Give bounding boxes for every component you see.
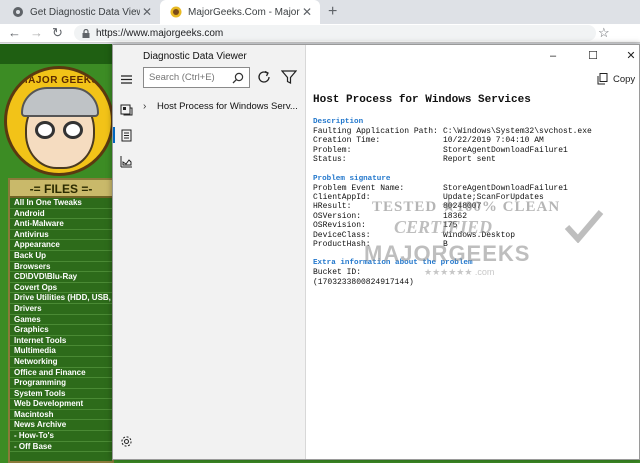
majorgeeks-watermark: TESTED ★100% CLEAN CERTIFIED MAJORGEEKS …	[364, 197, 620, 285]
files-menu-item[interactable]: Anti-Malware	[10, 219, 112, 230]
files-menu-item[interactable]: All In One Tweaks	[10, 198, 112, 209]
detail-key: Creation Time:	[313, 136, 381, 146]
files-menu-list: All In One Tweaks Android Anti-Malware Anti…	[10, 198, 112, 453]
detail-row: Problem Event Name: StoreAgentDownloadFai…	[313, 184, 633, 193]
files-menu-item[interactable]: Macintosh	[10, 410, 112, 421]
tab-majorgeeks[interactable]: MajorGeeks.Com - MajorGeeks ✕	[160, 0, 320, 24]
files-menu-title: -= FILES =-	[10, 180, 112, 198]
files-menu-item[interactable]: Networking	[10, 357, 112, 368]
list-item-label: Host Process for Windows Serv...	[157, 100, 298, 112]
navigation-rail	[113, 45, 139, 459]
settings-gear-icon[interactable]	[120, 435, 133, 448]
search-icon[interactable]	[232, 72, 244, 84]
tab-close-icon[interactable]: ✕	[300, 5, 314, 19]
section-heading-description: Description	[313, 118, 364, 126]
files-menu-item[interactable]: Multimedia	[10, 346, 112, 357]
detail-value: Report sent	[443, 155, 496, 165]
files-menu-item[interactable]: - How-To's	[10, 431, 112, 442]
logo-eye	[63, 121, 83, 139]
tab-favicon-icon	[13, 7, 23, 17]
browser-tab-bar: Get Diagnostic Data Viewer - Ma ✕ MajorG…	[0, 0, 640, 24]
copy-button[interactable]: Copy	[597, 73, 635, 85]
files-menu-item[interactable]: Drivers	[10, 304, 112, 315]
files-menu: -= FILES =- All In One Tweaks Android Anti…	[8, 178, 114, 463]
search-box[interactable]	[143, 67, 250, 88]
detail-key: Problem Event Name:	[313, 183, 405, 193]
files-menu-item[interactable]: - Off Base	[10, 442, 112, 453]
section-heading-signature: Problem signature	[313, 174, 391, 183]
files-menu-item[interactable]: CD\DVD\Blu-Ray	[10, 272, 112, 283]
detail-value: C:\Windows\System32\svchost.exe	[443, 127, 592, 136]
tab-label: Get Diagnostic Data Viewer - Ma	[30, 6, 140, 18]
detail-key: Status:	[313, 155, 347, 165]
bookmark-star-icon[interactable]: ☆	[598, 25, 610, 41]
files-menu-item[interactable]: Games	[10, 315, 112, 326]
files-menu-item[interactable]: Office and Finance	[10, 368, 112, 379]
description-rows: Faulting Application Path: C:\Windows\Sys…	[313, 127, 633, 165]
detail-row: Faulting Application Path: C:\Windows\Sys…	[313, 127, 633, 136]
majorgeeks-favicon-icon	[170, 6, 182, 18]
files-menu-item[interactable]: Back Up	[10, 251, 112, 262]
forward-arrow-icon[interactable]: →	[30, 25, 43, 40]
tab-close-icon[interactable]: ✕	[140, 5, 154, 19]
search-input[interactable]	[149, 72, 229, 83]
report-title: Host Process for Windows Services	[313, 94, 531, 106]
files-menu-item[interactable]: Antivirus	[10, 230, 112, 241]
watermark-stars-text: ★★★★★★ .com	[424, 267, 495, 277]
hamburger-menu-icon[interactable]	[120, 73, 133, 86]
files-menu-item[interactable]: Drive Utilities (HDD, USB, DVD)	[10, 293, 112, 304]
detail-value: StoreAgentDownloadFailure1	[443, 145, 568, 155]
minimize-button[interactable]: –	[543, 49, 563, 63]
reload-icon[interactable]: ↻	[52, 25, 63, 41]
majorgeeks-logo[interactable]: MAJOR GEEKS	[4, 66, 114, 176]
files-menu-item[interactable]: Android	[10, 209, 112, 220]
logo-hat	[21, 87, 99, 117]
refresh-icon[interactable]	[255, 68, 273, 86]
tab-label: MajorGeeks.Com - MajorGeeks	[188, 6, 300, 18]
copy-icon	[597, 73, 608, 85]
detail-value: StoreAgentDownloadFailure1	[443, 183, 568, 193]
left-pane: Diagnostic Data Viewer › Host Process fo…	[113, 45, 306, 459]
tab-diagnostic-data-viewer[interactable]: Get Diagnostic Data Viewer - Ma ✕	[0, 0, 160, 24]
watermark-brand-text: MAJORGEEKS	[364, 241, 531, 266]
files-menu-item[interactable]: Graphics	[10, 325, 112, 336]
files-menu-item[interactable]: Web Development	[10, 399, 112, 410]
detail-row: Creation Time: 10/22/2019 7:04:10 AM	[313, 136, 633, 145]
list-item[interactable]: › Host Process for Windows Serv...	[143, 97, 305, 115]
logo-text: MAJOR GEEKS	[19, 75, 99, 86]
files-menu-item[interactable]: Covert Ops	[10, 283, 112, 294]
files-menu-item[interactable]: System Tools	[10, 389, 112, 400]
detail-row: Problem: StoreAgentDownloadFailure1	[313, 146, 633, 155]
checkmark-icon	[564, 210, 604, 243]
files-menu-item[interactable]: Programming	[10, 378, 112, 389]
chevron-right-icon[interactable]: ›	[143, 101, 157, 112]
problem-reports-icon[interactable]	[120, 129, 133, 142]
watermark-certified-text: CERTIFIED	[394, 217, 493, 237]
files-menu-item[interactable]: Appearance	[10, 240, 112, 251]
detail-value: 10/22/2019 7:04:10 AM	[443, 136, 544, 146]
url-text: https://www.majorgeeks.com	[96, 27, 224, 39]
copy-label: Copy	[613, 73, 636, 85]
detail-key: Problem:	[313, 145, 352, 155]
close-button[interactable]: ✕	[621, 49, 639, 63]
selected-rail-indicator	[113, 127, 115, 143]
data-overview-icon[interactable]	[120, 155, 133, 168]
filter-icon[interactable]	[281, 69, 297, 85]
watermark-top-text: TESTED ★100% CLEAN	[372, 199, 561, 215]
app-title: Diagnostic Data Viewer	[143, 51, 247, 62]
maximize-button[interactable]: ☐	[583, 49, 603, 63]
detail-key: Faulting Application Path:	[313, 127, 438, 136]
files-menu-item[interactable]: Browsers	[10, 262, 112, 273]
new-tab-icon[interactable]: +	[328, 3, 337, 21]
logo-eye	[35, 121, 55, 139]
detail-row: Status: Report sent	[313, 155, 633, 164]
back-arrow-icon[interactable]: ←	[8, 25, 21, 40]
diagnostic-data-icon[interactable]	[120, 103, 133, 116]
files-menu-item[interactable]: Internet Tools	[10, 336, 112, 347]
url-input[interactable]: https://www.majorgeeks.com	[74, 25, 596, 41]
address-bar-row: ← → ↻ https://www.majorgeeks.com ☆	[0, 24, 640, 43]
files-menu-item[interactable]: News Archive	[10, 420, 112, 432]
lock-icon	[82, 28, 90, 38]
